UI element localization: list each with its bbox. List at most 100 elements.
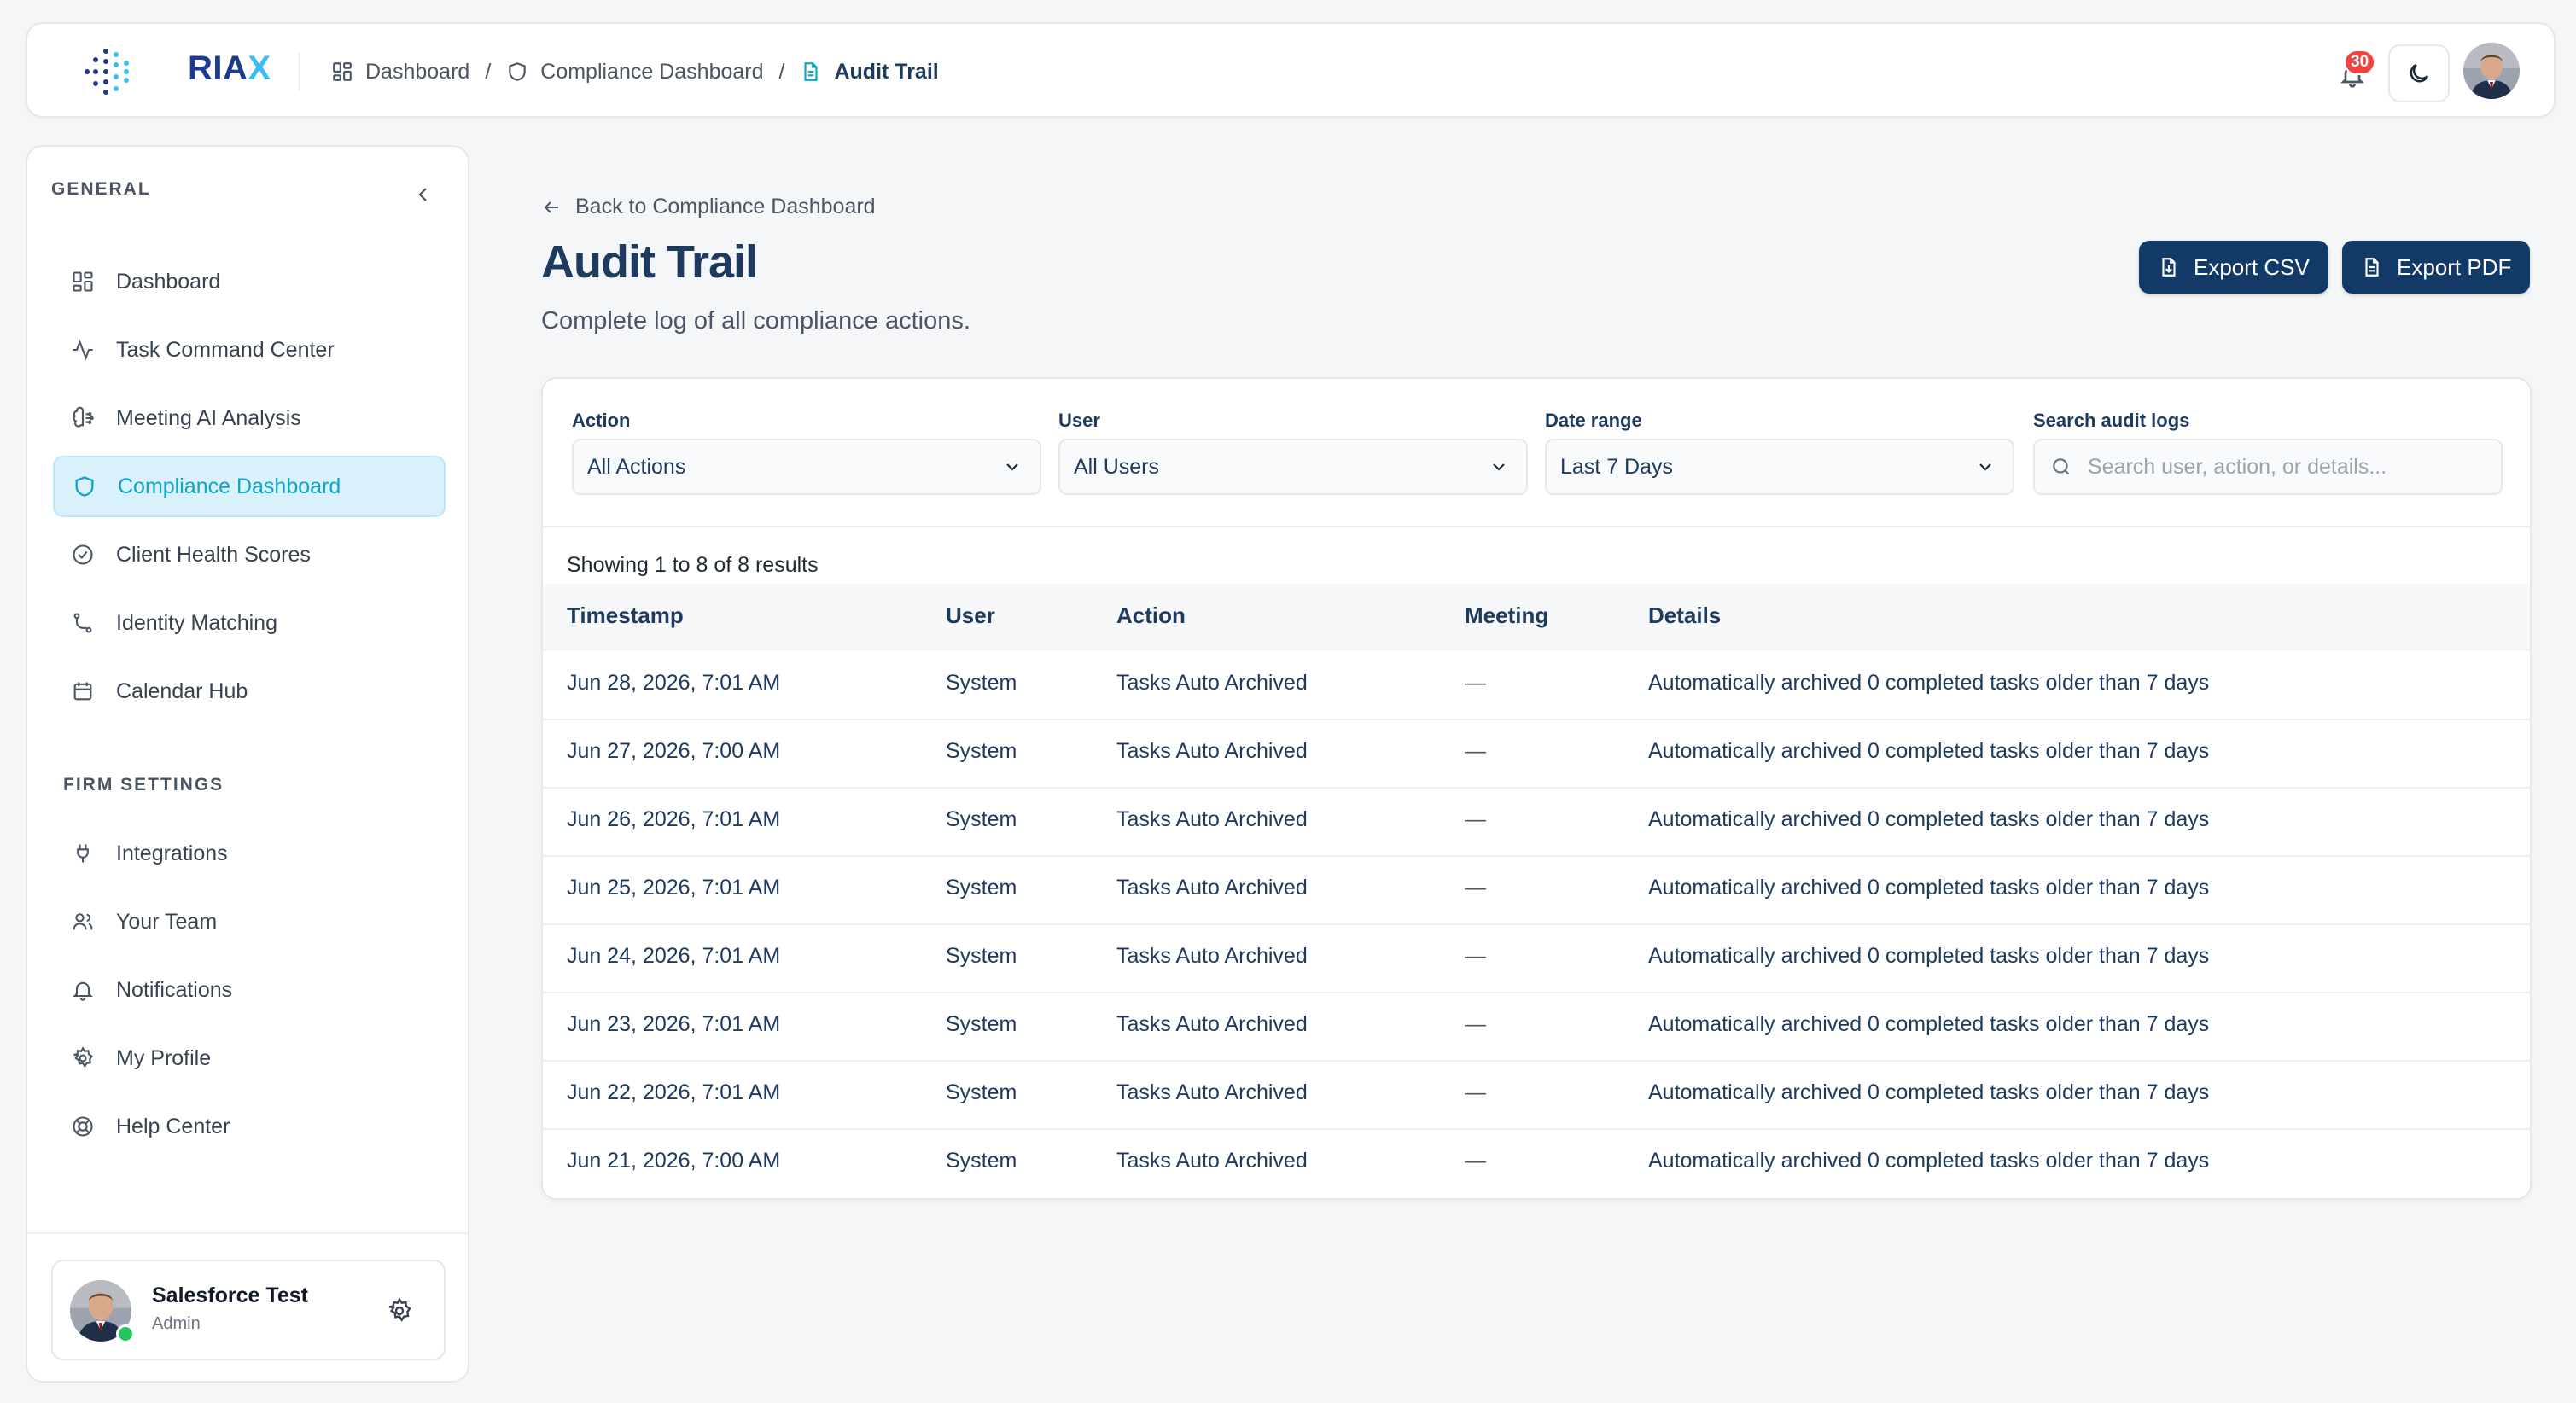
file-download-icon bbox=[2158, 256, 2180, 278]
search-input[interactable] bbox=[2088, 454, 2480, 480]
cell-user: System bbox=[946, 1012, 1017, 1036]
sidebar-item-my-profile[interactable]: My Profile bbox=[53, 1028, 446, 1089]
user-filter-select[interactable]: All Users bbox=[1058, 439, 1528, 495]
top-header: RIAX Dashboard / Compliance Dashboard / … bbox=[26, 22, 2556, 118]
sidebar-item-calendar-hub[interactable]: Calendar Hub bbox=[53, 661, 446, 722]
sidebar-item-label: Notifications bbox=[116, 977, 233, 1002]
brand-name-main: RIA bbox=[188, 49, 248, 87]
cell-details: Automatically archived 0 completed tasks… bbox=[1648, 944, 2210, 968]
sidebar-item-integrations[interactable]: Integrations bbox=[53, 823, 446, 884]
table-row[interactable]: Jun 21, 2026, 7:00 AM System Tasks Auto … bbox=[543, 1130, 2530, 1198]
filter-divider bbox=[543, 526, 2530, 527]
chevron-down-icon bbox=[1975, 457, 1996, 477]
results-count: Showing 1 to 8 of 8 results bbox=[567, 553, 819, 577]
table-row[interactable]: Jun 26, 2026, 7:01 AM System Tasks Auto … bbox=[543, 789, 2530, 857]
cell-meeting: — bbox=[1465, 944, 1486, 968]
cell-user: System bbox=[946, 1080, 1017, 1104]
breadcrumb-separator: / bbox=[778, 59, 785, 84]
cell-user: System bbox=[946, 807, 1017, 831]
sidebar-item-notifications[interactable]: Notifications bbox=[53, 959, 446, 1021]
header-divider bbox=[299, 53, 300, 90]
action-filter-value: All Actions bbox=[587, 454, 686, 479]
date-range-filter-label: Date range bbox=[1545, 410, 1642, 431]
export-pdf-button[interactable]: Export PDF bbox=[2342, 241, 2531, 294]
cell-action: Tasks Auto Archived bbox=[1116, 1080, 1308, 1104]
brand-name[interactable]: RIAX bbox=[188, 49, 271, 88]
user-card[interactable]: Salesforce Test Admin bbox=[51, 1260, 446, 1360]
table-row[interactable]: Jun 28, 2026, 7:01 AM System Tasks Auto … bbox=[543, 652, 2530, 720]
collapse-sidebar-button[interactable] bbox=[406, 178, 440, 212]
shield-icon bbox=[506, 61, 528, 83]
cell-timestamp: Jun 24, 2026, 7:01 AM bbox=[567, 944, 781, 968]
back-link-label: Back to Compliance Dashboard bbox=[575, 195, 876, 218]
cell-meeting: — bbox=[1465, 671, 1486, 695]
plug-icon bbox=[70, 841, 96, 866]
user-avatar[interactable] bbox=[2463, 43, 2520, 99]
sidebar-divider bbox=[27, 1232, 468, 1234]
cell-details: Automatically archived 0 completed tasks… bbox=[1648, 1080, 2210, 1104]
cell-timestamp: Jun 25, 2026, 7:01 AM bbox=[567, 876, 781, 899]
user-role: Admin bbox=[152, 1314, 201, 1333]
cell-timestamp: Jun 26, 2026, 7:01 AM bbox=[567, 807, 781, 831]
riax-logo-icon[interactable] bbox=[79, 43, 137, 101]
gear-icon bbox=[386, 1297, 413, 1324]
user-settings-button[interactable] bbox=[382, 1294, 417, 1328]
table-header: Timestamp User Action Meeting Details bbox=[543, 584, 2530, 650]
table-row[interactable]: Jun 22, 2026, 7:01 AM System Tasks Auto … bbox=[543, 1062, 2530, 1130]
column-header-action[interactable]: Action bbox=[1116, 603, 1186, 629]
export-csv-button[interactable]: Export CSV bbox=[2139, 241, 2328, 294]
search-icon bbox=[2050, 456, 2072, 478]
cell-meeting: — bbox=[1465, 1080, 1486, 1104]
theme-toggle-button[interactable] bbox=[2388, 44, 2450, 102]
search-filter-label: Search audit logs bbox=[2033, 410, 2190, 431]
calendar-icon bbox=[70, 678, 96, 704]
cell-details: Automatically archived 0 completed tasks… bbox=[1648, 671, 2210, 695]
sidebar-item-dashboard[interactable]: Dashboard bbox=[53, 251, 446, 312]
breadcrumb-audit-trail: Audit Trail bbox=[800, 59, 939, 84]
cell-timestamp: Jun 23, 2026, 7:01 AM bbox=[567, 1012, 781, 1036]
sidebar-item-help-center[interactable]: Help Center bbox=[53, 1096, 446, 1157]
sidebar-item-task-command-center[interactable]: Task Command Center bbox=[53, 319, 446, 381]
cell-details: Automatically archived 0 completed tasks… bbox=[1648, 739, 2210, 763]
breadcrumb-dashboard[interactable]: Dashboard bbox=[331, 60, 469, 84]
cell-action: Tasks Auto Archived bbox=[1116, 944, 1308, 968]
cell-action: Tasks Auto Archived bbox=[1116, 807, 1308, 831]
breadcrumb-label: Compliance Dashboard bbox=[540, 59, 764, 84]
sidebar-item-your-team[interactable]: Your Team bbox=[53, 891, 446, 952]
column-header-user[interactable]: User bbox=[946, 603, 995, 629]
firm-settings-heading: FIRM SETTINGS bbox=[63, 775, 224, 795]
column-header-timestamp[interactable]: Timestamp bbox=[567, 603, 684, 629]
action-filter-label: Action bbox=[572, 410, 631, 431]
cell-user: System bbox=[946, 944, 1017, 968]
action-filter-select[interactable]: All Actions bbox=[572, 439, 1041, 495]
general-heading: GENERAL bbox=[51, 179, 151, 199]
sidebar-item-compliance-dashboard[interactable]: Compliance Dashboard bbox=[53, 456, 446, 517]
cell-meeting: — bbox=[1465, 1012, 1486, 1036]
cell-timestamp: Jun 28, 2026, 7:01 AM bbox=[567, 671, 781, 695]
table-row[interactable]: Jun 23, 2026, 7:01 AM System Tasks Auto … bbox=[543, 993, 2530, 1062]
breadcrumb-compliance-dashboard[interactable]: Compliance Dashboard bbox=[506, 59, 764, 84]
sidebar-item-label: Help Center bbox=[116, 1114, 230, 1138]
chevron-left-icon bbox=[413, 184, 434, 205]
column-header-meeting[interactable]: Meeting bbox=[1465, 603, 1548, 629]
sidebar-item-label: My Profile bbox=[116, 1045, 212, 1070]
chevron-down-icon bbox=[1002, 457, 1023, 477]
date-range-select[interactable]: Last 7 Days bbox=[1545, 439, 2014, 495]
back-to-compliance-link[interactable]: Back to Compliance Dashboard bbox=[541, 195, 876, 219]
table-row[interactable]: Jun 27, 2026, 7:00 AM System Tasks Auto … bbox=[543, 720, 2530, 789]
cell-action: Tasks Auto Archived bbox=[1116, 671, 1308, 695]
cell-user: System bbox=[946, 876, 1017, 899]
cell-action: Tasks Auto Archived bbox=[1116, 1149, 1308, 1173]
cell-action: Tasks Auto Archived bbox=[1116, 876, 1308, 899]
sidebar-item-label: Meeting AI Analysis bbox=[116, 405, 301, 430]
sidebar-item-identity-matching[interactable]: Identity Matching bbox=[53, 592, 446, 654]
sidebar-item-client-health-scores[interactable]: Client Health Scores bbox=[53, 524, 446, 585]
bell-icon bbox=[70, 977, 96, 1003]
table-row[interactable]: Jun 25, 2026, 7:01 AM System Tasks Auto … bbox=[543, 857, 2530, 925]
activity-icon bbox=[70, 337, 96, 363]
life-buoy-icon bbox=[70, 1114, 96, 1139]
column-header-details[interactable]: Details bbox=[1648, 603, 1721, 629]
table-row[interactable]: Jun 24, 2026, 7:01 AM System Tasks Auto … bbox=[543, 925, 2530, 993]
sidebar-item-meeting-ai-analysis[interactable]: Meeting AI Analysis bbox=[53, 387, 446, 449]
breadcrumb-label: Audit Trail bbox=[834, 59, 939, 84]
